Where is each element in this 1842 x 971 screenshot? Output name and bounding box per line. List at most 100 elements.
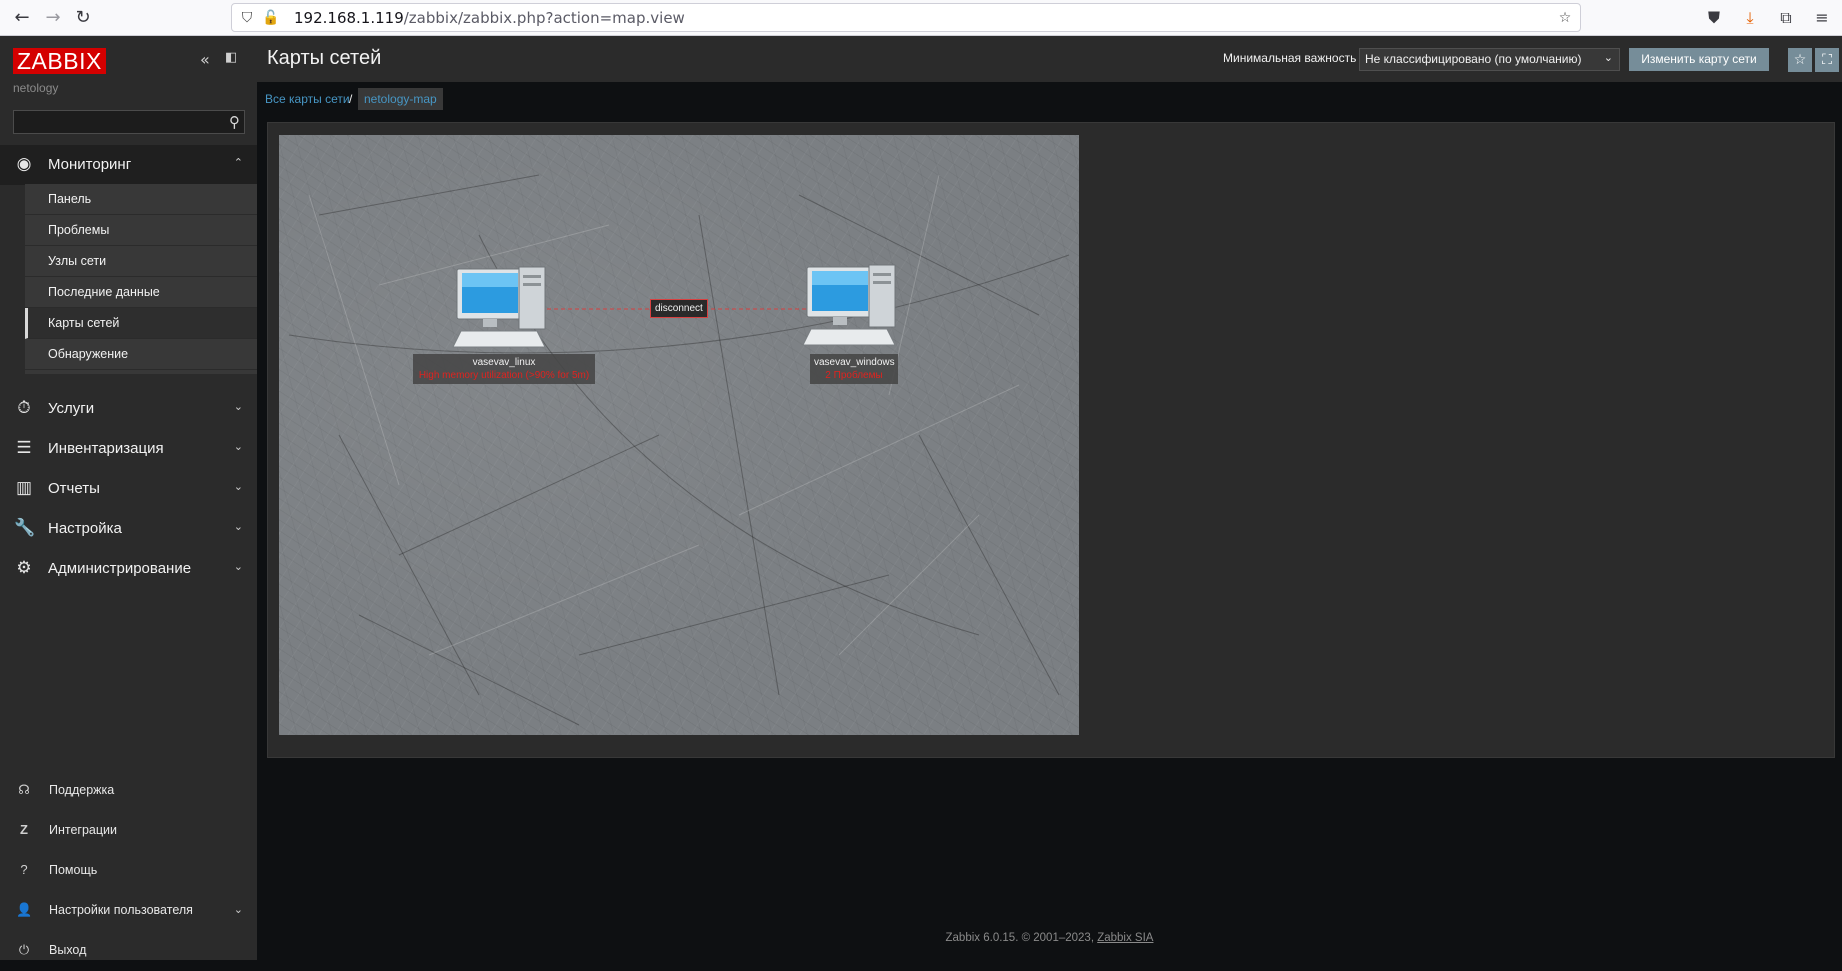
menu-reports[interactable]: ▥ Отчеты ⌄: [0, 469, 257, 509]
power-icon: ⏻: [18, 942, 30, 957]
org-name: netology: [13, 81, 59, 95]
menu-services[interactable]: ⏱ Услуги ⌄: [0, 389, 257, 429]
map-host-windows[interactable]: vasevav_windows 2 Проблемы: [810, 354, 898, 384]
menu-label: Отчеты: [48, 480, 100, 497]
headset-icon: ☊: [18, 782, 30, 797]
chevron-down-icon: ⌄: [233, 441, 243, 453]
sidebar: ZABBIX netology « ◧ ⚲ ◉ Мониторинг ⌃ Пан…: [0, 36, 257, 960]
submenu-label: Панель: [48, 192, 92, 206]
eye-icon: ◉: [16, 154, 32, 173]
severity-value: Не классифицировано (по умолчанию): [1365, 52, 1582, 66]
chevron-down-icon: ⌄: [233, 561, 243, 573]
breadcrumb-separator: /: [349, 92, 353, 106]
gear-icon: ⚙: [16, 558, 32, 577]
footer: Zabbix 6.0.15. © 2001–2023, Zabbix SIA: [257, 932, 1842, 944]
map-host-linux[interactable]: vasevav_linux High memory utilization (>…: [413, 354, 595, 384]
z-icon: Z: [20, 822, 28, 837]
host-problem: 2 Проблемы: [825, 370, 883, 381]
bookmark-star-icon[interactable]: ☆: [1556, 8, 1574, 28]
submenu-label: Узлы сети: [48, 254, 107, 268]
browser-toolbar: ← → ↻ ⛉ 🔓 192.168.1.119/zabbix/zabbix.ph…: [0, 0, 1842, 36]
integrations-link[interactable]: Z Интеграции: [0, 811, 257, 851]
menu-label: Услуги: [48, 400, 95, 417]
url-path: /zabbix/zabbix.php?action=map.view: [403, 9, 685, 27]
shield-icon[interactable]: ⛉: [238, 8, 256, 28]
bottom-label: Интеграции: [49, 823, 118, 837]
help-link[interactable]: ? Помощь: [0, 851, 257, 891]
bottom-label: Настройки пользователя: [49, 903, 193, 917]
menu-label: Администрирование: [48, 560, 192, 577]
collapse-sidebar-icon[interactable]: «: [200, 50, 210, 69]
submenu-item-latest-data[interactable]: Последние данные: [25, 277, 257, 308]
list-icon: ☰: [16, 438, 32, 457]
stopwatch-icon: ⏱: [17, 398, 31, 417]
extensions-icon[interactable]: ⧉: [1774, 6, 1798, 30]
network-map: disconnect vasevav_linux High memory uti…: [279, 135, 1079, 735]
pocket-icon[interactable]: ⛊: [1702, 6, 1726, 30]
page-title: Карты сетей: [267, 47, 382, 69]
submenu-item-maps[interactable]: Карты сетей: [25, 308, 257, 339]
menu-label: Инвентаризация: [48, 440, 164, 457]
edit-map-button[interactable]: Изменить карту сети: [1629, 48, 1769, 71]
forward-icon[interactable]: →: [41, 6, 65, 30]
breadcrumb-current-map[interactable]: netology-map: [358, 88, 443, 110]
submenu-label: Карты сетей: [48, 316, 120, 330]
submenu-monitoring: Панель Проблемы Узлы сети Последние данн…: [25, 184, 257, 374]
reload-icon[interactable]: ↻: [71, 6, 95, 30]
url-host: 192.168.1.119: [294, 9, 404, 27]
chevron-down-icon: ⌄: [233, 481, 243, 493]
menu-configuration[interactable]: 🔧 Настройка ⌄: [0, 509, 257, 549]
severity-select[interactable]: Не классифицировано (по умолчанию) ⌄: [1359, 48, 1620, 71]
submenu-item-problems[interactable]: Проблемы: [25, 215, 257, 246]
breadcrumb-all-maps[interactable]: Все карты сети: [265, 92, 350, 106]
bar-chart-icon: ▥: [15, 478, 33, 497]
submenu-item-discovery[interactable]: Обнаружение: [25, 339, 257, 370]
bottom-label: Поддержка: [49, 783, 115, 797]
back-icon[interactable]: ←: [10, 6, 34, 30]
map-scratches: [288, 174, 1070, 726]
menu-label: Настройка: [48, 520, 122, 537]
user-settings-menu[interactable]: 👤 Настройки пользователя ⌄: [0, 891, 257, 931]
footer-link[interactable]: Zabbix SIA: [1097, 932, 1153, 944]
severity-label: Минимальная важность: [1223, 51, 1357, 65]
host-problem: High memory utilization (>90% for 5m): [418, 370, 590, 381]
host-name: vasevav_linux: [472, 357, 536, 368]
chevron-down-icon: ⌄: [1603, 52, 1613, 64]
download-icon[interactable]: ⤓: [1738, 6, 1762, 30]
bottom-label: Выход: [49, 943, 87, 957]
search-input[interactable]: ⚲: [13, 110, 245, 134]
chevron-down-icon: ⌄: [233, 904, 243, 916]
support-link[interactable]: ☊ Поддержка: [0, 771, 257, 811]
submenu-item-dashboard[interactable]: Панель: [25, 184, 257, 215]
chevron-up-icon: ⌃: [233, 157, 243, 169]
page-header: Карты сетей Минимальная важность Не клас…: [257, 36, 1842, 82]
computer-icon[interactable]: [802, 264, 896, 346]
submenu-label: Обнаружение: [48, 347, 129, 361]
menu-monitoring[interactable]: ◉ Мониторинг ⌃: [0, 145, 257, 185]
submenu-label: Последние данные: [48, 285, 160, 299]
chevron-down-icon: ⌄: [233, 521, 243, 533]
lock-warning-icon[interactable]: 🔓: [262, 8, 280, 28]
chevron-down-icon: ⌄: [233, 401, 243, 413]
submenu-label: Проблемы: [48, 223, 110, 237]
zabbix-logo[interactable]: ZABBIX: [13, 48, 106, 74]
user-icon: 👤: [16, 902, 33, 917]
wrench-icon: 🔧: [14, 518, 36, 537]
url-text[interactable]: 192.168.1.119/zabbix/zabbix.php?action=m…: [294, 9, 685, 27]
app-menu-icon[interactable]: ≡: [1810, 6, 1834, 30]
search-icon[interactable]: ⚲: [229, 113, 240, 131]
favorite-star-icon[interactable]: ☆: [1788, 48, 1812, 72]
menu-inventory[interactable]: ☰ Инвентаризация ⌄: [0, 429, 257, 469]
logout-link[interactable]: ⏻ Выход: [0, 931, 257, 971]
map-link-label[interactable]: disconnect: [650, 299, 708, 318]
computer-icon[interactable]: [452, 266, 546, 348]
footer-text: Zabbix 6.0.15. © 2001–2023,: [945, 932, 1098, 944]
address-bar[interactable]: ⛉ 🔓 192.168.1.119/zabbix/zabbix.php?acti…: [231, 3, 1581, 32]
submenu-item-hosts[interactable]: Узлы сети: [25, 246, 257, 277]
main-content: Карты сетей Минимальная важность Не клас…: [257, 36, 1842, 960]
map-panel: disconnect vasevav_linux High memory uti…: [267, 122, 1835, 758]
bottom-label: Помощь: [49, 863, 98, 877]
kiosk-sidebar-icon[interactable]: ◧: [225, 50, 237, 65]
menu-administration[interactable]: ⚙ Администрирование ⌄: [0, 549, 257, 589]
fullscreen-icon[interactable]: ⛶: [1815, 48, 1839, 72]
